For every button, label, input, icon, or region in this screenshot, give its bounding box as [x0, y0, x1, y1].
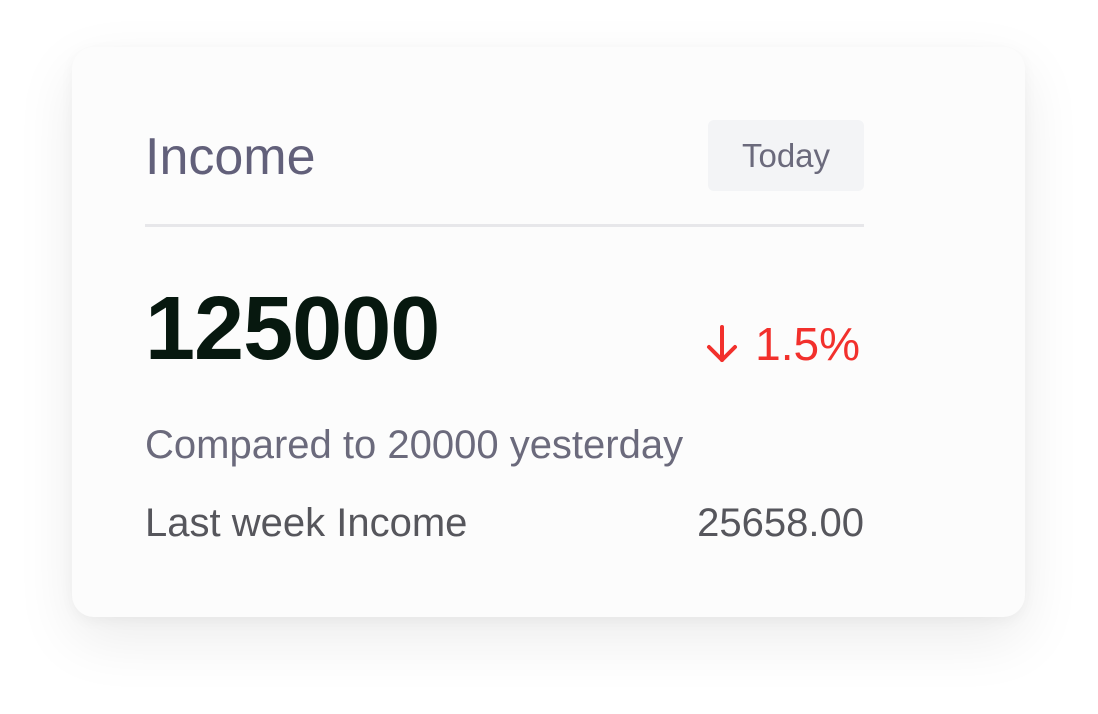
change-indicator: 1.5% [705, 314, 860, 374]
divider [145, 224, 864, 227]
income-value: 125000 [145, 279, 440, 379]
card-title: Income [145, 128, 316, 186]
period-button[interactable]: Today [708, 120, 864, 191]
last-week-value: 25658.00 [697, 501, 864, 545]
last-week-row: Last week Income 25658.00 [145, 498, 864, 548]
comparison-text: Compared to 20000 yesterday [145, 423, 684, 467]
arrow-down-icon [707, 325, 738, 362]
change-percent: 1.5% [755, 318, 860, 370]
last-week-label: Last week Income [145, 501, 468, 545]
income-card: Income Today 125000 1.5% Compared to 200… [72, 47, 1025, 617]
